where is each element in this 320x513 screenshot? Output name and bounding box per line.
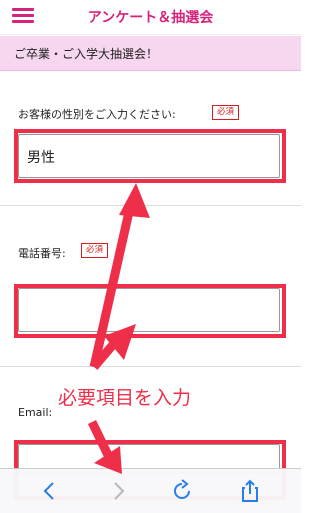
annotation-text: 必要項目を入力 bbox=[58, 387, 192, 409]
banner-text: ご卒業・ご入学大抽選会！ bbox=[14, 47, 159, 61]
back-arrow-icon[interactable] bbox=[38, 479, 62, 503]
arrowhead-gender bbox=[119, 183, 150, 218]
highlight-box-gender bbox=[14, 129, 286, 183]
required-badge-gender: 必須 bbox=[212, 105, 240, 120]
page-title: アンケート＆抽選会 bbox=[87, 10, 214, 26]
required-badge-phone: 必須 bbox=[81, 243, 109, 258]
gender-label: お客様の性別をご入力ください: bbox=[18, 108, 176, 121]
highlight-box-phone bbox=[14, 284, 286, 338]
arrow-to-phone bbox=[90, 337, 121, 370]
phone-label: 電話番号: bbox=[18, 247, 66, 260]
share-icon[interactable] bbox=[238, 479, 262, 503]
divider bbox=[0, 366, 301, 367]
campaign-banner: ご卒業・ご入学大抽選会！ bbox=[0, 36, 301, 71]
browser-toolbar bbox=[0, 468, 301, 513]
email-label: Email: bbox=[18, 406, 53, 419]
forward-arrow-icon[interactable] bbox=[106, 479, 130, 503]
app-header: アンケート＆抽選会 bbox=[0, 0, 301, 35]
reload-icon[interactable] bbox=[170, 479, 194, 503]
divider bbox=[0, 205, 301, 206]
